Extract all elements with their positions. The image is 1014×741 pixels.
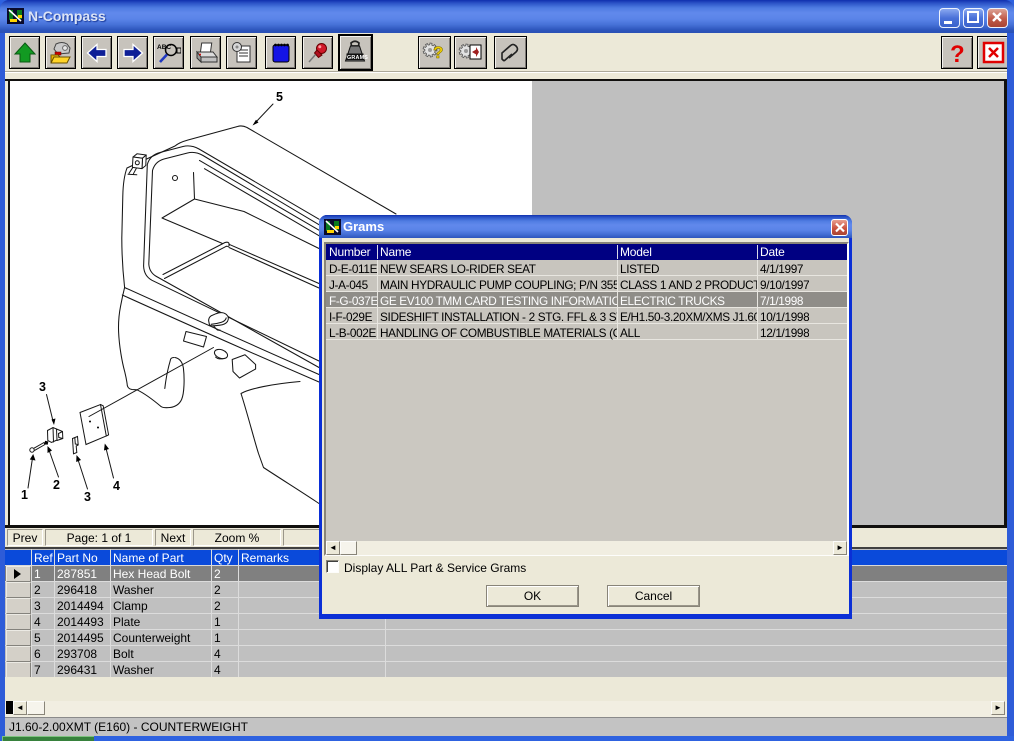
svg-text:3: 3 [39, 380, 46, 394]
svg-text:3: 3 [84, 490, 91, 504]
svg-text:5: 5 [276, 90, 283, 104]
svg-text:4: 4 [113, 479, 120, 493]
svg-text:1: 1 [21, 488, 28, 502]
svg-text:?: ? [433, 43, 443, 62]
svg-text:2: 2 [53, 478, 60, 492]
svg-text:GRAMS: GRAMS [347, 55, 368, 61]
svg-text:?: ? [950, 41, 965, 65]
